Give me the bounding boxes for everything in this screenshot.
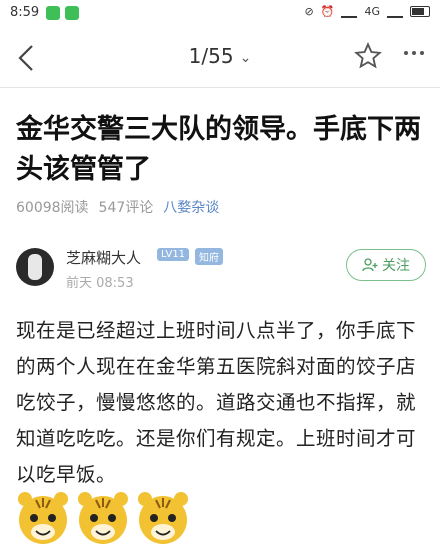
status-time: 8:59 <box>10 5 40 20</box>
star-icon <box>354 42 382 69</box>
status-app-icons <box>46 6 79 20</box>
follow-label: 关注 <box>382 258 410 274</box>
status-bar: 8:59 ⊘ ⏰ 4G <box>0 0 440 26</box>
post-meta: 60098阅读 547评论 八婺杂谈 <box>16 197 219 217</box>
status-right: ⊘ ⏰ 4G <box>305 5 430 18</box>
author-row: 芝麻糊大人 LV11 知府 前天 08:53 关注 <box>16 243 426 293</box>
nav-bar: 1/55 ⌄ <box>0 28 440 84</box>
more-icon-dot <box>404 51 408 55</box>
favorite-button[interactable] <box>354 42 382 70</box>
app-notification-icon <box>65 6 79 20</box>
battery-icon <box>410 6 430 17</box>
post-time: 前天 08:53 <box>66 276 134 291</box>
page-indicator: 1/55 <box>188 44 234 68</box>
add-user-icon <box>362 258 378 272</box>
signal-icon <box>387 6 403 18</box>
comment-count[interactable]: 547评论 <box>99 197 154 217</box>
app-notification-icon <box>46 6 60 20</box>
more-icon-dot <box>412 51 416 55</box>
tiger-emoji-icon <box>16 488 70 548</box>
signal-icon <box>341 6 358 18</box>
tiger-emoji-icon <box>76 488 130 548</box>
chevron-down-icon: ⌄ <box>239 49 252 66</box>
author-name[interactable]: 芝麻糊大人 <box>66 247 141 268</box>
category-link[interactable]: 八婺杂谈 <box>163 197 219 217</box>
more-icon-dot <box>420 51 424 55</box>
post-body: 现在是已经超过上班时间八点半了，你手底下的两个人现在在金华第五医院斜对面的饺子店… <box>16 319 417 486</box>
avatar[interactable] <box>16 248 54 286</box>
avatar-figure <box>28 254 42 280</box>
level-badge: LV11 <box>157 248 190 261</box>
role-badge: 知府 <box>195 248 223 265</box>
view-count: 60098阅读 <box>16 200 89 216</box>
more-button[interactable] <box>404 51 424 55</box>
follow-button[interactable]: 关注 <box>346 249 426 281</box>
tiger-emoji-icon <box>136 488 190 548</box>
divider <box>0 87 440 88</box>
alarm-icon: ⏰ <box>320 5 335 18</box>
mute-icon: ⊘ <box>304 5 314 18</box>
emoji-row <box>16 488 190 548</box>
network-type: 4G <box>364 5 380 18</box>
post-title: 金华交警三大队的领导。手底下两头该管管了 <box>16 114 421 185</box>
